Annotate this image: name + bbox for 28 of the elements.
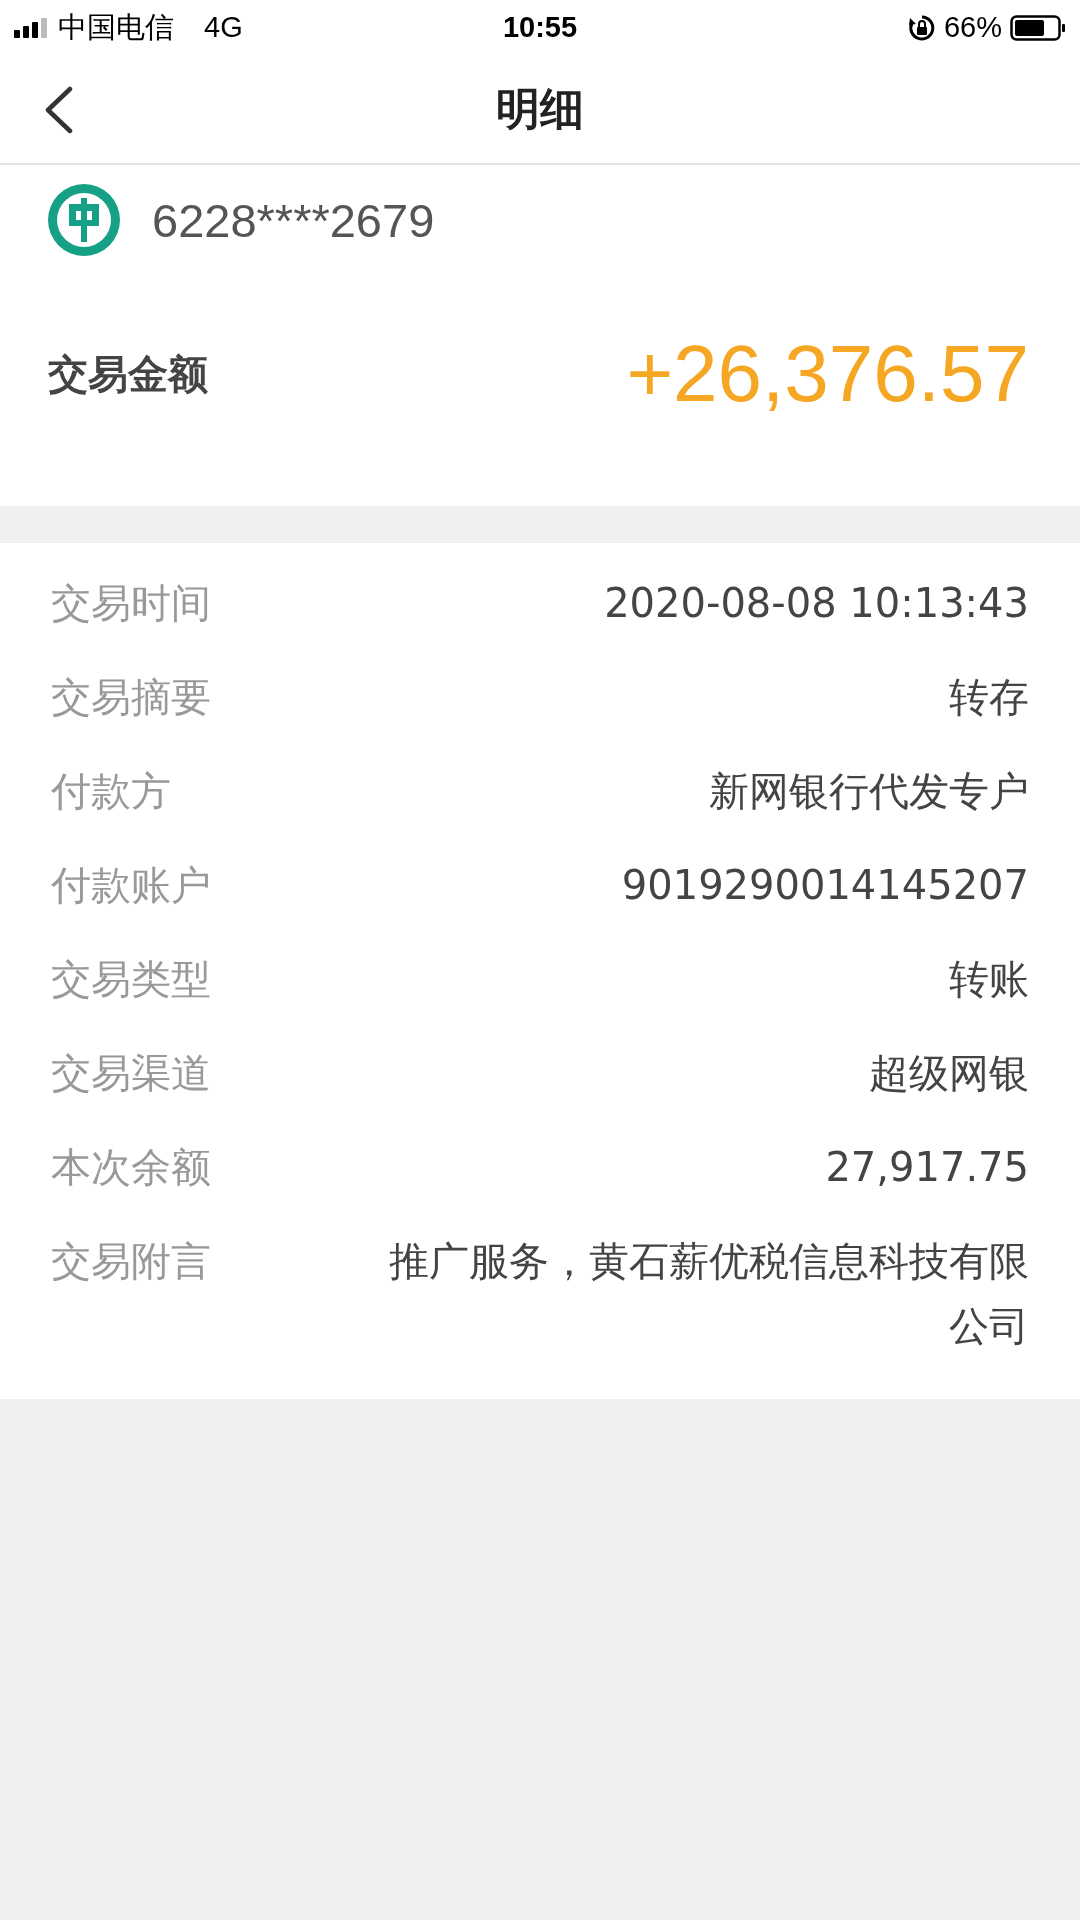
detail-value: 2020-08-08 10:13:43 [604, 579, 1029, 628]
detail-value: 超级网银 [869, 1049, 1029, 1098]
detail-value: 推广服务，黄石薪优税信息科技有限公司 [388, 1237, 1029, 1351]
detail-label: 本次余额 [51, 1143, 211, 1192]
account-number: 6228****2679 [152, 192, 435, 248]
detail-label: 交易类型 [51, 955, 211, 1004]
detail-value: 转账 [949, 955, 1029, 1004]
network-type: 4G [204, 11, 243, 44]
detail-value: 转存 [949, 673, 1029, 722]
carrier-name: 中国电信 [58, 9, 174, 45]
detail-label: 付款方 [51, 767, 171, 816]
detail-label: 交易摘要 [51, 673, 211, 722]
battery-percent: 66% [943, 11, 1002, 44]
amount-label: 交易金额 [48, 349, 208, 399]
battery-icon [1010, 14, 1066, 41]
status-time: 10:55 [502, 11, 578, 44]
amount-value: +26,376.57 [626, 328, 1029, 420]
rotation-lock-icon [907, 13, 936, 42]
signal-icon [14, 17, 50, 38]
page-title: 明细 [496, 81, 584, 136]
detail-value: 新网银行代发专户 [709, 767, 1029, 816]
bank-logo-icon [48, 184, 120, 256]
detail-label: 交易附言 [51, 1237, 211, 1286]
detail-label: 付款账户 [51, 861, 211, 910]
detail-label: 交易时间 [51, 579, 211, 628]
detail-value: 27,917.75 [825, 1143, 1029, 1192]
detail-value: 9019290014145207 [621, 861, 1029, 910]
detail-label: 交易渠道 [51, 1049, 211, 1098]
